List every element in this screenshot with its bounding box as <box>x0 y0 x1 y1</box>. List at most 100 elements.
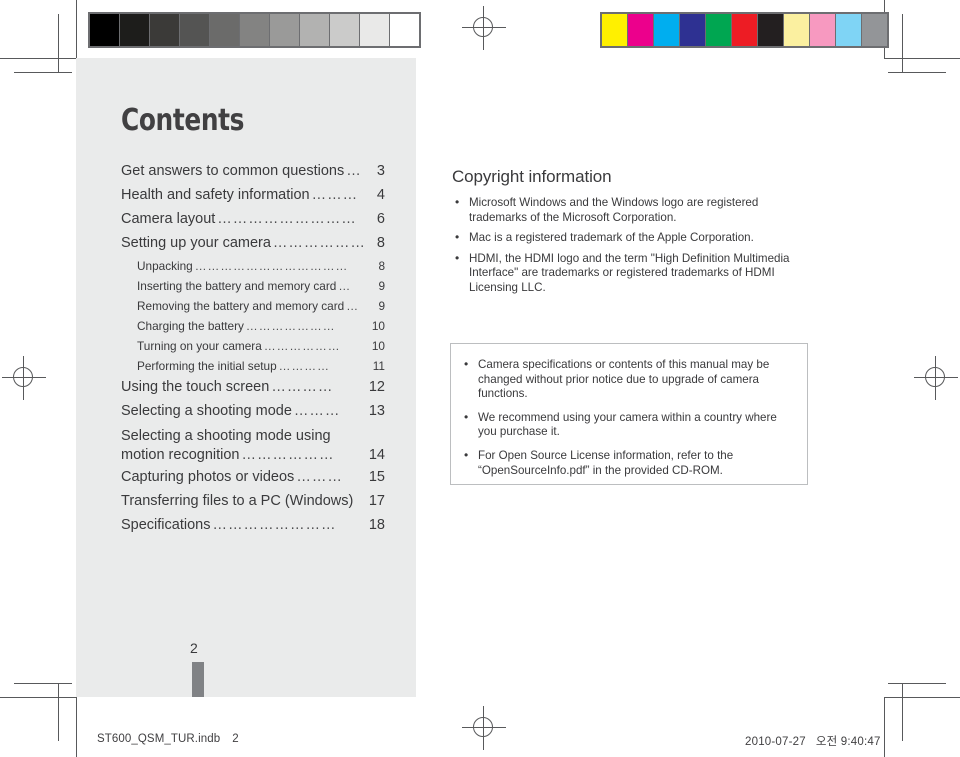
toc-leader-dots: ………………… <box>245 319 336 333</box>
toc-entry-page: 12 <box>368 379 385 395</box>
registration-mark-top-center <box>462 6 506 50</box>
toc-leader-dots: ……………… <box>272 235 366 251</box>
toc-leader-dots: ……… <box>311 187 359 203</box>
toc-entry[interactable]: Capturing photos or videos……… 15 <box>121 469 385 493</box>
toc-leader-dots: ……… <box>293 403 341 419</box>
calibration-swatch-2 <box>150 14 179 46</box>
calibration-swatch-7 <box>784 14 809 46</box>
toc-leader-dots: ………… <box>278 359 330 373</box>
crop-mark-bottom-right-vertical <box>884 697 885 757</box>
toc-entry[interactable]: Get answers to common questions… 3 <box>121 163 385 187</box>
toc-entry[interactable]: Specifications…………………… 18 <box>121 517 385 541</box>
toc-entry-page: 6 <box>376 211 385 227</box>
crop-mark-top-left-horizontal <box>0 58 76 59</box>
toc-entry[interactable]: Removing the battery and memory card… 9 <box>121 299 385 319</box>
toc-entry-page: 10 <box>371 339 385 353</box>
toc-entry[interactable]: Transferring files to a PC (Windows) 17 <box>121 493 385 517</box>
toc-entry-label-line1: Selecting a shooting mode using <box>121 428 331 444</box>
toc-leader-dots: … <box>346 163 362 179</box>
toc-entry[interactable]: Camera layout……………………… 6 <box>121 211 385 235</box>
toc-entry-label-line2: motion recognition <box>121 447 240 463</box>
calibration-swatch-3 <box>180 14 209 46</box>
toc-leader-dots: ……………………………… <box>194 259 349 273</box>
page-edge-marker <box>192 662 204 697</box>
toc-entry[interactable]: Inserting the battery and memory card… 9 <box>121 279 385 299</box>
toc-entry-page: 18 <box>368 517 385 533</box>
page-number: 2 <box>190 640 198 656</box>
toc-entry-page: 4 <box>376 187 385 203</box>
toc-entry-label: Unpacking <box>137 259 193 273</box>
copyright-list: Microsoft Windows and the Windows logo a… <box>452 195 808 296</box>
toc-entry-page: 10 <box>371 319 385 333</box>
calibration-swatch-6 <box>270 14 299 46</box>
toc-leader-dots: … <box>338 279 352 293</box>
toc-entry-label: Removing the battery and memory card <box>137 299 345 313</box>
list-item: Mac is a registered trademark of the App… <box>452 230 808 246</box>
table-of-contents: Get answers to common questions… 3 Health … <box>121 163 385 541</box>
copyright-heading: Copyright information <box>452 167 612 186</box>
toc-entry-page: 9 <box>378 279 385 293</box>
toc-entry[interactable]: Health and safety information……… 4 <box>121 187 385 211</box>
list-item: For Open Source License information, ref… <box>461 448 793 478</box>
note-box: Camera specifications or contents of thi… <box>450 343 808 485</box>
footer-file-name: ST600_QSM_TUR.indb <box>97 733 221 745</box>
toc-entry[interactable]: Turning on your camera……………… 10 <box>121 339 385 359</box>
toc-entry[interactable]: Selecting a shooting mode……… 13 <box>121 403 385 427</box>
toc-entry[interactable]: Selecting a shooting mode using motion re… <box>121 427 385 465</box>
list-item: Microsoft Windows and the Windows logo a… <box>452 195 808 225</box>
calibration-swatch-7 <box>300 14 329 46</box>
toc-entry-page: 9 <box>378 299 385 313</box>
registration-mark-right-middle <box>914 356 958 400</box>
scanned-page: Contents Get answers to common questions… <box>0 0 960 757</box>
toc-leader-dots: … <box>346 299 359 313</box>
calibration-swatch-10 <box>862 14 887 46</box>
toc-entry[interactable]: Performing the initial setup………… 11 <box>121 359 385 379</box>
toc-leader-dots: …………………… <box>212 517 337 533</box>
toc-entry-page: 14 <box>368 447 385 463</box>
calibration-swatch-0 <box>602 14 627 46</box>
crop-mark-bottom-right-inner-vertical <box>902 683 903 741</box>
footer-timestamp: 2010-07-27 오전 9:40:47 <box>745 733 881 749</box>
toc-entry[interactable]: Charging the battery………………… 10 <box>121 319 385 339</box>
color-calibration-bar <box>600 12 889 48</box>
calibration-swatch-8 <box>810 14 835 46</box>
crop-mark-top-right-inner-vertical <box>902 14 903 72</box>
footer-date: 2010-07-27 <box>745 736 806 748</box>
calibration-swatch-2 <box>654 14 679 46</box>
footer-file-page: 2 <box>232 733 239 745</box>
toc-entry-label: Performing the initial setup <box>137 359 277 373</box>
crop-mark-top-left-inner-vertical <box>58 14 59 72</box>
calibration-swatch-1 <box>628 14 653 46</box>
toc-entry-label: Transferring files to a PC (Windows) <box>121 493 354 509</box>
crop-mark-top-left-vertical <box>76 0 77 58</box>
toc-entry[interactable]: Using the touch screen………… 12 <box>121 379 385 403</box>
crop-mark-top-left-inner-horizontal <box>14 72 72 73</box>
toc-entry-page: 8 <box>376 235 385 251</box>
calibration-swatch-4 <box>706 14 731 46</box>
toc-entry-page: 8 <box>378 259 385 273</box>
list-item: Camera specifications or contents of thi… <box>461 357 793 402</box>
toc-entry[interactable]: Setting up your camera……………… 8 <box>121 235 385 259</box>
toc-entry-label: Using the touch screen <box>121 379 270 395</box>
toc-leader-dots: ……………… <box>241 447 335 463</box>
toc-leader-dots: ……………… <box>263 339 341 353</box>
copyright-section: Copyright information Microsoft Windows … <box>452 167 808 302</box>
toc-entry-label: Capturing photos or videos <box>121 469 295 485</box>
toc-entry-label: Camera layout <box>121 211 216 227</box>
toc-entry-label: Get answers to common questions <box>121 163 345 179</box>
calibration-swatch-9 <box>360 14 389 46</box>
toc-entry-label: Turning on your camera <box>137 339 262 353</box>
toc-leader-dots: ……… <box>296 469 343 485</box>
toc-entry-page: 15 <box>368 469 385 485</box>
grayscale-calibration-bar <box>88 12 421 48</box>
footer-time: 오전 9:40:47 <box>815 736 881 748</box>
calibration-swatch-4 <box>210 14 239 46</box>
toc-entry-page: 13 <box>368 403 385 419</box>
calibration-swatch-8 <box>330 14 359 46</box>
crop-mark-bottom-left-inner-horizontal <box>14 683 72 684</box>
page-title: Contents <box>121 103 245 138</box>
crop-mark-bottom-left-horizontal <box>0 697 76 698</box>
calibration-swatch-6 <box>758 14 783 46</box>
toc-entry-label: Specifications <box>121 517 211 533</box>
toc-entry[interactable]: Unpacking……………………………… 8 <box>121 259 385 279</box>
